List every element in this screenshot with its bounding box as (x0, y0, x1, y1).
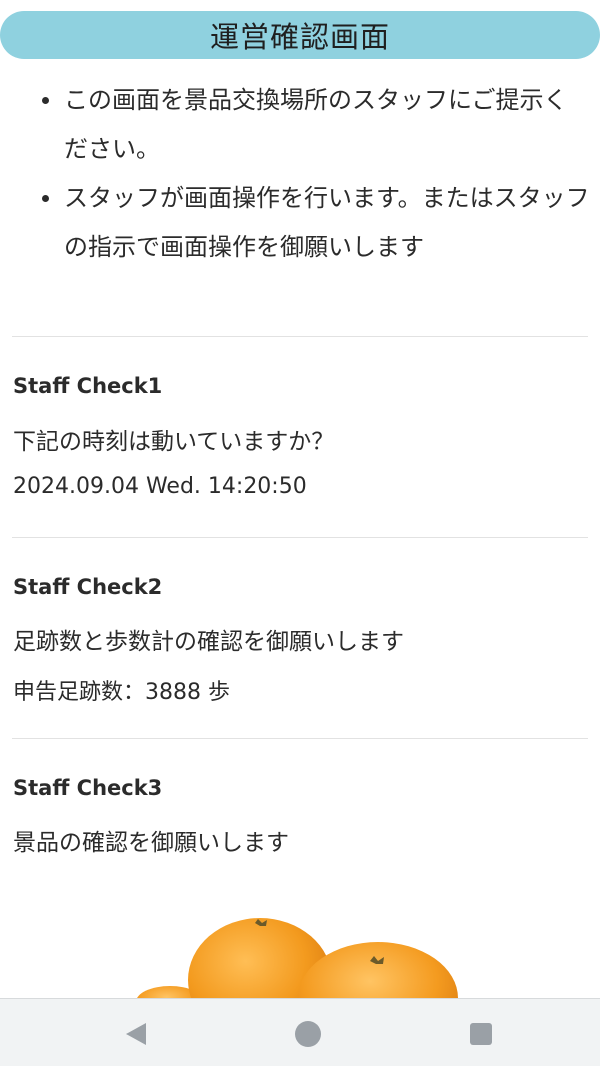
bullet-icon (42, 195, 49, 202)
back-triangle-icon (126, 1023, 146, 1045)
home-button[interactable] (293, 1019, 323, 1049)
check3-question: 景品の確認を御願いします (13, 830, 289, 856)
header-bar: 運営確認画面 (0, 11, 600, 59)
notice-item: この画面を景品交換場所のスタッフにご提示ください。 (40, 76, 590, 174)
divider (12, 537, 588, 538)
home-circle-icon (295, 1021, 321, 1047)
bullet-icon (42, 97, 49, 104)
page-title: 運営確認画面 (209, 20, 390, 54)
mandarin-oranges-image (137, 918, 458, 998)
recents-square-icon (470, 1023, 492, 1045)
notice-text: スタッフが画面操作を行います。またはスタッフの指示で画面操作を御願いします (64, 184, 590, 261)
system-nav-bar (0, 998, 600, 1066)
notice-list: この画面を景品交換場所のスタッフにご提示ください。 スタッフが画面操作を行います… (40, 76, 590, 272)
check1-question: 下記の時刻は動いていますか？ (13, 429, 335, 455)
prize-image (120, 880, 480, 998)
check1-title: Staff Check1 (13, 374, 163, 398)
check3-title: Staff Check3 (13, 776, 163, 800)
divider (12, 738, 588, 739)
check2-step-count: 申告足跡数：3888 歩 (13, 680, 230, 705)
check2-question: 足跡数と歩数計の確認を御願いします (13, 629, 404, 655)
recents-button[interactable] (466, 1019, 496, 1049)
check2-title: Staff Check2 (13, 575, 163, 599)
check1-clock: 2024.09.04 Wed. 14:20:50 (13, 474, 307, 499)
notice-item: スタッフが画面操作を行います。またはスタッフの指示で画面操作を御願いします (40, 174, 590, 272)
notice-text: この画面を景品交換場所のスタッフにご提示ください。 (64, 86, 568, 163)
back-button[interactable] (120, 1019, 150, 1049)
divider (12, 336, 588, 337)
